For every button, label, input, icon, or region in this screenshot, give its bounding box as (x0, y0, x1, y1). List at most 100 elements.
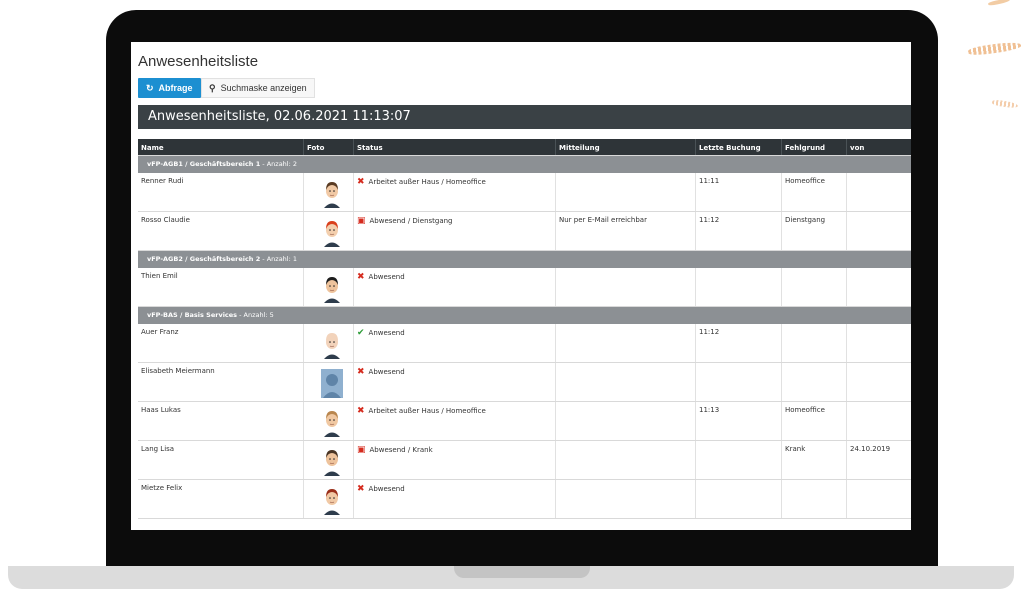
from-date-cell: 24.10.2019 (846, 441, 911, 479)
from-date-cell (846, 402, 911, 440)
message-cell (555, 402, 695, 440)
last-booking-cell (695, 441, 781, 479)
column-header-last-booking[interactable]: Letzte Buchung (695, 139, 781, 155)
x-icon: ✖ (357, 177, 365, 187)
status-text: Arbeitet außer Haus / Homeoffice (368, 407, 486, 415)
photo-cell (303, 212, 353, 250)
avatar (324, 221, 340, 247)
from-date-cell (846, 212, 911, 250)
last-booking-cell: 11:11 (695, 173, 781, 211)
status-text: Abwesend (368, 485, 405, 493)
laptop-screen: Anwesenheitsliste ↻ Abfrage ⚲ Suchmaske an… (131, 42, 911, 530)
status-cell: ✖ Abwesend (353, 363, 555, 401)
status-cell: ▣ Abwesend / Krank (353, 441, 555, 479)
table-row[interactable]: Elisabeth Meiermann ✖ Abwesend (138, 363, 911, 402)
absence-reason-cell (781, 268, 846, 306)
last-booking-cell (695, 363, 781, 401)
employee-name: Lang Lisa (141, 445, 175, 453)
status-text: Abwesend (368, 368, 405, 376)
page-title: Anwesenheitsliste (138, 53, 259, 70)
group-count: - Anzahl: 5 (237, 311, 274, 319)
table-row[interactable]: Haas Lukas ✖ Arbeitet außer Haus / Homeoff… (138, 402, 911, 441)
employee-name: Haas Lukas (141, 406, 181, 414)
group-row: vFP-AGB1 / Geschäftsbereich 1 - Anzahl: … (138, 156, 911, 173)
brush-decoration (967, 40, 1022, 57)
status-cell: ✖ Abwesend (353, 268, 555, 306)
brush-decoration (991, 99, 1019, 109)
from-date-cell (846, 173, 911, 211)
table-header: Name Foto Status Mitteilung Letzte Buchu… (138, 139, 911, 156)
absence-reason-cell (781, 324, 846, 362)
avatar-placeholder-icon (321, 369, 343, 398)
column-header-from[interactable]: von (846, 139, 911, 155)
absence-reason-cell (781, 480, 846, 518)
from-date-cell (846, 268, 911, 306)
group-count: - Anzahl: 1 (260, 255, 297, 263)
group-title: vFP-BAS / Basis Services (147, 311, 238, 319)
message-cell (555, 363, 695, 401)
x-icon: ✖ (357, 406, 365, 416)
group-title: vFP-AGB1 / Geschäftsbereich 1 (147, 160, 261, 168)
query-button-label: Abfrage (158, 83, 193, 93)
stage: Anwesenheitsliste ↻ Abfrage ⚲ Suchmaske an… (0, 0, 1022, 589)
absence-reason-cell: Homeoffice (781, 402, 846, 440)
photo-cell (303, 363, 353, 401)
status-text: Abwesend / Dienstgang (369, 217, 453, 225)
message-cell: Nur per E-Mail erreichbar (555, 212, 695, 250)
message-cell (555, 441, 695, 479)
panel-heading: Anwesenheitsliste, 02.06.2021 11:13:07 (138, 105, 911, 129)
status-text: Abwesend (368, 273, 405, 281)
employee-name: Mietze Felix (141, 484, 183, 492)
table-row[interactable]: Auer Franz ✔ Anwesend 11:12 (138, 324, 911, 363)
table-row[interactable]: Rosso Claudie ▣ Abwesend / Dienstgang Nur p… (138, 212, 911, 251)
group-row: vFP-BAS / Basis Services - Anzahl: 5 (138, 307, 911, 324)
absence-reason-cell: Dienstgang (781, 212, 846, 250)
last-booking-cell: 11:13 (695, 402, 781, 440)
x-icon: ✖ (357, 367, 365, 377)
show-search-button[interactable]: ⚲ Suchmaske anzeigen (201, 78, 315, 98)
status-cell: ✖ Arbeitet außer Haus / Homeoffice (353, 173, 555, 211)
absence-reason-cell: Krank (781, 441, 846, 479)
status-text: Abwesend / Krank (369, 446, 433, 454)
group-row: vFP-AGB2 / Geschäftsbereich 2 - Anzahl: … (138, 251, 911, 268)
check-icon: ✔ (357, 328, 365, 338)
column-header-status[interactable]: Status (353, 139, 555, 155)
table-row[interactable]: Mietze Felix ✖ Abwesend (138, 480, 911, 519)
absence-reason-cell: Homeoffice (781, 173, 846, 211)
last-booking-cell (695, 480, 781, 518)
laptop-notch (454, 566, 590, 578)
attendance-table: Name Foto Status Mitteilung Letzte Buchu… (138, 139, 911, 519)
column-header-reason[interactable]: Fehlgrund (781, 139, 846, 155)
employee-name: Elisabeth Meiermann (141, 367, 215, 375)
from-date-cell (846, 480, 911, 518)
photo-cell (303, 480, 353, 518)
show-search-button-label: Suchmaske anzeigen (220, 83, 307, 93)
avatar (324, 333, 340, 359)
column-header-photo[interactable]: Foto (303, 139, 353, 155)
x-icon: ✖ (357, 484, 365, 494)
avatar (324, 450, 340, 476)
message-cell (555, 268, 695, 306)
table-row[interactable]: Renner Rudi ✖ Arbeitet außer Haus / Homeof… (138, 173, 911, 212)
status-cell: ✔ Anwesend (353, 324, 555, 362)
message-cell (555, 173, 695, 211)
photo-cell (303, 402, 353, 440)
calendar-icon: ▣ (357, 445, 366, 455)
status-text: Anwesend (368, 329, 405, 337)
status-cell: ▣ Abwesend / Dienstgang (353, 212, 555, 250)
message-cell (555, 324, 695, 362)
table-row[interactable]: Thien Emil ✖ Abwesend (138, 268, 911, 307)
employee-name: Renner Rudi (141, 177, 184, 185)
group-count: - Anzahl: 2 (260, 160, 297, 168)
avatar (324, 489, 340, 515)
absence-reason-cell (781, 363, 846, 401)
table-row[interactable]: Lang Lisa ▣ Abwesend / Krank Krank 24.10.201… (138, 441, 911, 480)
query-button[interactable]: ↻ Abfrage (138, 78, 201, 98)
employee-name: Rosso Claudie (141, 216, 190, 224)
avatar (324, 411, 340, 437)
x-icon: ✖ (357, 272, 365, 282)
column-header-message[interactable]: Mitteilung (555, 139, 695, 155)
last-booking-cell (695, 268, 781, 306)
column-header-name[interactable]: Name (138, 139, 303, 155)
calendar-icon: ▣ (357, 216, 366, 226)
